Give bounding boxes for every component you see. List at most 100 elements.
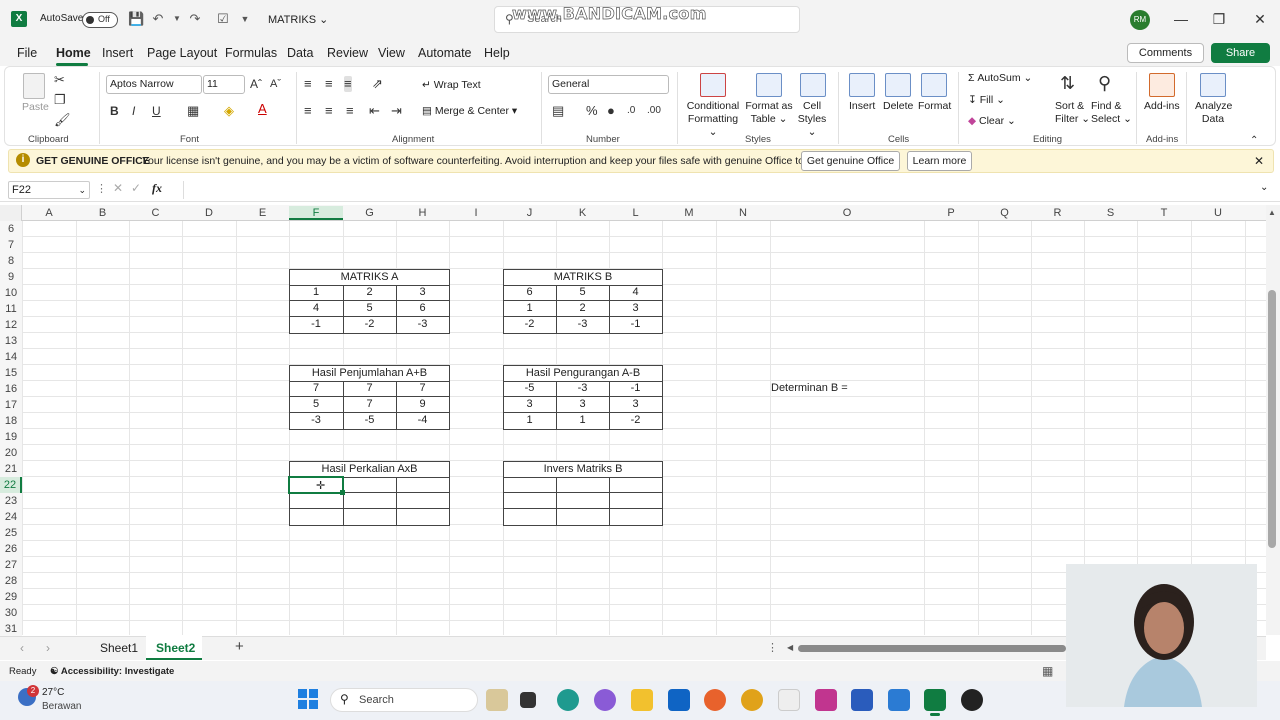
table-title[interactable]: Hasil Penjumlahan A+B [290, 366, 449, 382]
matrix-cell[interactable]: 7 [396, 381, 449, 397]
widget-icon[interactable] [486, 689, 508, 711]
matrix-cell[interactable] [503, 509, 557, 525]
amazon-icon[interactable] [778, 689, 800, 711]
matrix-cell[interactable]: -2 [343, 317, 397, 333]
matrix-cell[interactable]: -3 [556, 317, 610, 333]
matrix-cell[interactable]: -3 [396, 317, 449, 333]
matrix-cell[interactable]: 2 [343, 285, 397, 301]
matrix-cell[interactable] [556, 493, 610, 509]
column-header[interactable]: K [556, 206, 609, 220]
matrix-cell[interactable]: -5 [503, 381, 557, 397]
table-title[interactable]: MATRIKS A [290, 270, 449, 286]
row-header[interactable]: 29 [0, 589, 22, 605]
outlook-icon[interactable] [668, 689, 690, 711]
matrix-cell[interactable]: -1 [289, 317, 344, 333]
matrix-cell[interactable]: 1 [556, 413, 610, 429]
row-header[interactable]: 30 [0, 605, 22, 621]
column-header[interactable]: U [1191, 206, 1245, 220]
matrix-cell[interactable]: 6 [396, 301, 449, 317]
row-header[interactable]: 13 [0, 333, 22, 349]
column-header[interactable]: R [1031, 206, 1084, 220]
matrix-cell[interactable]: -3 [289, 413, 344, 429]
matrix-cell[interactable]: -5 [343, 413, 397, 429]
matrix-cell[interactable]: 2 [556, 301, 610, 317]
accessibility-status[interactable]: ☯ Accessibility: Investigate [50, 666, 174, 677]
scroll-up-icon[interactable]: ▲ [1268, 208, 1276, 217]
column-header[interactable]: C [129, 206, 182, 220]
column-header[interactable]: M [662, 206, 716, 220]
column-header[interactable]: O [770, 206, 924, 220]
row-header[interactable]: 26 [0, 541, 22, 557]
matrix-cell[interactable]: 9 [396, 397, 449, 413]
row-header[interactable]: 17 [0, 397, 22, 413]
matrix-cell[interactable]: 5 [343, 301, 397, 317]
matrix-cell[interactable]: -3 [556, 381, 610, 397]
column-header[interactable]: G [343, 206, 396, 220]
matrix-cell[interactable] [556, 477, 610, 493]
matrix-cell[interactable]: 7 [289, 381, 344, 397]
matrix-cell[interactable]: 3 [396, 285, 449, 301]
matrix-cell[interactable] [609, 477, 662, 493]
taskbar-search[interactable]: ⚲ Search [330, 688, 478, 712]
task-view-icon[interactable] [520, 692, 536, 708]
add-sheet-icon[interactable]: + [235, 638, 244, 655]
sheet-tab-sheet1[interactable]: Sheet1 [100, 641, 138, 655]
edge-icon[interactable] [557, 689, 579, 711]
firefox-icon[interactable] [704, 689, 726, 711]
row-header[interactable]: 21 [0, 461, 22, 477]
matrix-cell[interactable] [503, 493, 557, 509]
matrix-cell[interactable]: -2 [609, 413, 662, 429]
row-header[interactable]: 10 [0, 285, 22, 301]
select-all-corner[interactable] [0, 205, 22, 221]
normal-view-icon[interactable]: ▦ [1042, 664, 1053, 678]
column-header[interactable]: H [396, 206, 449, 220]
scroll-left-icon[interactable]: ◀ [787, 643, 793, 652]
matrix-cell[interactable]: 7 [343, 397, 397, 413]
column-header[interactable]: E [236, 206, 289, 220]
row-header[interactable]: 9 [0, 269, 22, 285]
file-explorer-icon[interactable] [631, 689, 653, 711]
row-header[interactable]: 27 [0, 557, 22, 573]
matrix-cell[interactable]: -1 [609, 317, 662, 333]
matrix-cell[interactable] [396, 493, 449, 509]
excel-taskbar-icon[interactable] [924, 689, 946, 711]
row-header[interactable]: 31 [0, 621, 22, 637]
column-header[interactable]: S [1084, 206, 1137, 220]
matrix-cell[interactable]: -2 [503, 317, 557, 333]
table-title[interactable]: Hasil Pengurangan A-B [504, 366, 662, 382]
matrix-cell[interactable] [609, 509, 662, 525]
fill-handle[interactable] [340, 490, 345, 495]
prev-sheet-icon[interactable]: ‹ [20, 641, 24, 655]
vscode-icon[interactable] [888, 689, 910, 711]
row-header[interactable]: 25 [0, 525, 22, 541]
column-header[interactable]: L [609, 206, 662, 220]
matrix-cell[interactable]: 1 [503, 413, 557, 429]
matrix-cell[interactable] [343, 493, 397, 509]
matrix-cell[interactable]: 1 [503, 301, 557, 317]
matrix-cell[interactable]: 3 [609, 301, 662, 317]
app-icon[interactable] [851, 689, 873, 711]
row-header[interactable]: 14 [0, 349, 22, 365]
table-title[interactable]: MATRIKS B [504, 270, 662, 286]
matrix-cell[interactable] [343, 509, 397, 525]
matrix-cell[interactable]: 4 [289, 301, 344, 317]
matrix-cell[interactable]: 6 [503, 285, 557, 301]
table-title[interactable]: Invers Matriks B [504, 462, 662, 478]
row-header[interactable]: 24 [0, 509, 22, 525]
matrix-cell[interactable] [396, 477, 449, 493]
row-header[interactable]: 11 [0, 301, 22, 317]
matrix-cell[interactable] [609, 493, 662, 509]
bandicam-icon[interactable] [961, 689, 983, 711]
column-header[interactable]: D [182, 206, 236, 220]
row-header[interactable]: 8 [0, 253, 22, 269]
column-header[interactable]: N [716, 206, 770, 220]
row-header[interactable]: 19 [0, 429, 22, 445]
column-header[interactable]: Q [978, 206, 1031, 220]
row-header[interactable]: 28 [0, 573, 22, 589]
matrix-cell[interactable]: 7 [343, 381, 397, 397]
matrix-cell[interactable]: 4 [609, 285, 662, 301]
horizontal-scroll-thumb[interactable] [798, 645, 1066, 652]
chrome-icon[interactable] [741, 689, 763, 711]
row-header[interactable]: 20 [0, 445, 22, 461]
row-header[interactable]: 22 [0, 477, 22, 493]
